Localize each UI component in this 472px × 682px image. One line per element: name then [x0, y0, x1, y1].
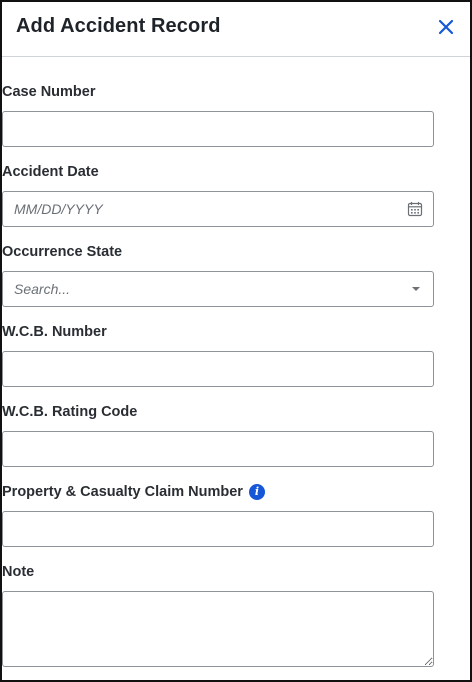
occurrence-state-select[interactable]: Search...	[2, 271, 434, 307]
occurrence-state-placeholder: Search...	[14, 281, 71, 297]
case-number-label-text: Case Number	[2, 84, 96, 100]
occurrence-state-label-text: Occurrence State	[2, 244, 123, 260]
accident-date-label-text: Accident Date	[2, 164, 99, 180]
wcb-number-input[interactable]	[2, 351, 434, 387]
info-icon[interactable]: i	[248, 484, 265, 500]
accident-date-input[interactable]: MM/DD/YYYY	[2, 191, 434, 227]
add-accident-record-dialog: Add Accident Record Case Number Accident…	[0, 0, 472, 682]
wcb-number-label-text: W.C.B. Number	[2, 324, 107, 340]
note-label: Note	[2, 564, 34, 580]
close-icon	[438, 19, 454, 35]
wcb-number-label: W.C.B. Number	[2, 324, 107, 340]
dialog-header: Add Accident Record	[2, 2, 470, 57]
occurrence-state-dropdown-toggle[interactable]	[411, 286, 421, 292]
pc-claim-number-label-text: Property & Casualty Claim Number	[2, 484, 243, 500]
wcb-rating-code-label-text: W.C.B. Rating Code	[2, 404, 138, 420]
accident-date-label: Accident Date	[2, 164, 99, 180]
wcb-rating-code-label: W.C.B. Rating Code	[2, 404, 137, 420]
accident-date-placeholder: MM/DD/YYYY	[14, 201, 103, 217]
note-label-text: Note	[2, 564, 35, 580]
case-number-input[interactable]	[2, 111, 434, 147]
dialog-body: Case Number Accident Date MM/DD/YYYY Occ…	[2, 58, 470, 680]
wcb-rating-code-input[interactable]	[2, 431, 434, 467]
case-number-label: Case Number	[2, 84, 95, 100]
pc-claim-number-input[interactable]	[2, 511, 434, 547]
calendar-button[interactable]	[407, 201, 423, 217]
dialog-title: Add Accident Record	[16, 15, 221, 37]
caret-down-icon	[412, 287, 420, 291]
calendar-icon	[407, 202, 423, 217]
pc-claim-number-label: Property & Casualty Claim Number i	[2, 484, 265, 500]
occurrence-state-label: Occurrence State	[2, 244, 122, 260]
note-textarea[interactable]	[2, 591, 434, 667]
close-button[interactable]	[436, 17, 456, 37]
